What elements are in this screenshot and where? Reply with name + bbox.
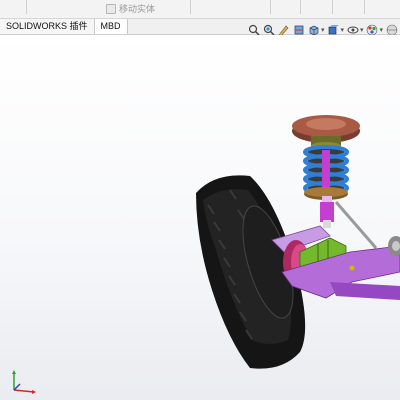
tab-solidworks-addins[interactable]: SOLIDWORKS 插件 bbox=[0, 19, 95, 34]
move-body-label: 移动实体 bbox=[119, 4, 156, 14]
ribbon-separator bbox=[26, 0, 27, 14]
suspension-assembly-model[interactable] bbox=[0, 35, 400, 400]
move-body-button[interactable]: 移动实体 bbox=[106, 2, 155, 15]
ribbon-separator bbox=[190, 0, 191, 14]
damper-strut[interactable] bbox=[320, 196, 334, 228]
move-body-icon bbox=[106, 3, 116, 14]
chevron-down-icon[interactable]: ▾ bbox=[321, 26, 325, 34]
graphics-area[interactable] bbox=[0, 35, 400, 400]
chevron-down-icon[interactable]: ▾ bbox=[379, 26, 383, 34]
ribbon-separator bbox=[300, 0, 301, 14]
reference-triad bbox=[12, 370, 36, 394]
command-manager-ribbon: 移动实体 bbox=[0, 0, 400, 19]
chevron-down-icon[interactable]: ▾ bbox=[340, 26, 344, 34]
chevron-down-icon[interactable]: ▾ bbox=[360, 26, 364, 34]
top-mount[interactable] bbox=[292, 115, 360, 150]
tie-rod[interactable] bbox=[334, 201, 378, 249]
ribbon-separator bbox=[332, 0, 333, 14]
tab-mbd[interactable]: MBD bbox=[94, 19, 128, 34]
bolt bbox=[349, 265, 355, 271]
coil-spring[interactable] bbox=[303, 145, 349, 200]
ribbon-separator bbox=[270, 0, 271, 14]
ribbon-separator bbox=[364, 0, 365, 14]
